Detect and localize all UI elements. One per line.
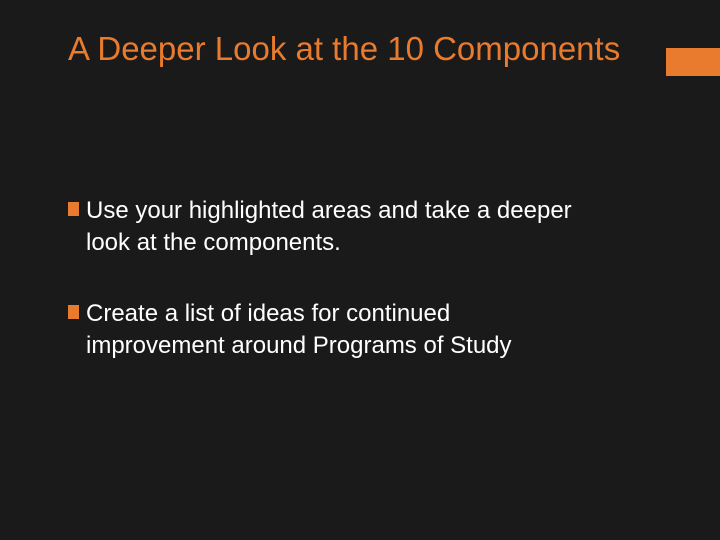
list-item-text: Use your highlighted areas and take a de…: [86, 197, 572, 256]
bullet-icon: [68, 202, 79, 216]
list-item-text: Create a list of ideas for continued imp…: [86, 300, 512, 359]
list-item: Create a list of ideas for continued imp…: [68, 298, 590, 363]
list-item: Use your highlighted areas and take a de…: [68, 195, 590, 260]
bullet-list: Use your highlighted areas and take a de…: [68, 195, 590, 401]
accent-bar: [666, 48, 720, 76]
bullet-icon: [68, 305, 79, 319]
page-title: A Deeper Look at the 10 Components: [68, 28, 620, 69]
